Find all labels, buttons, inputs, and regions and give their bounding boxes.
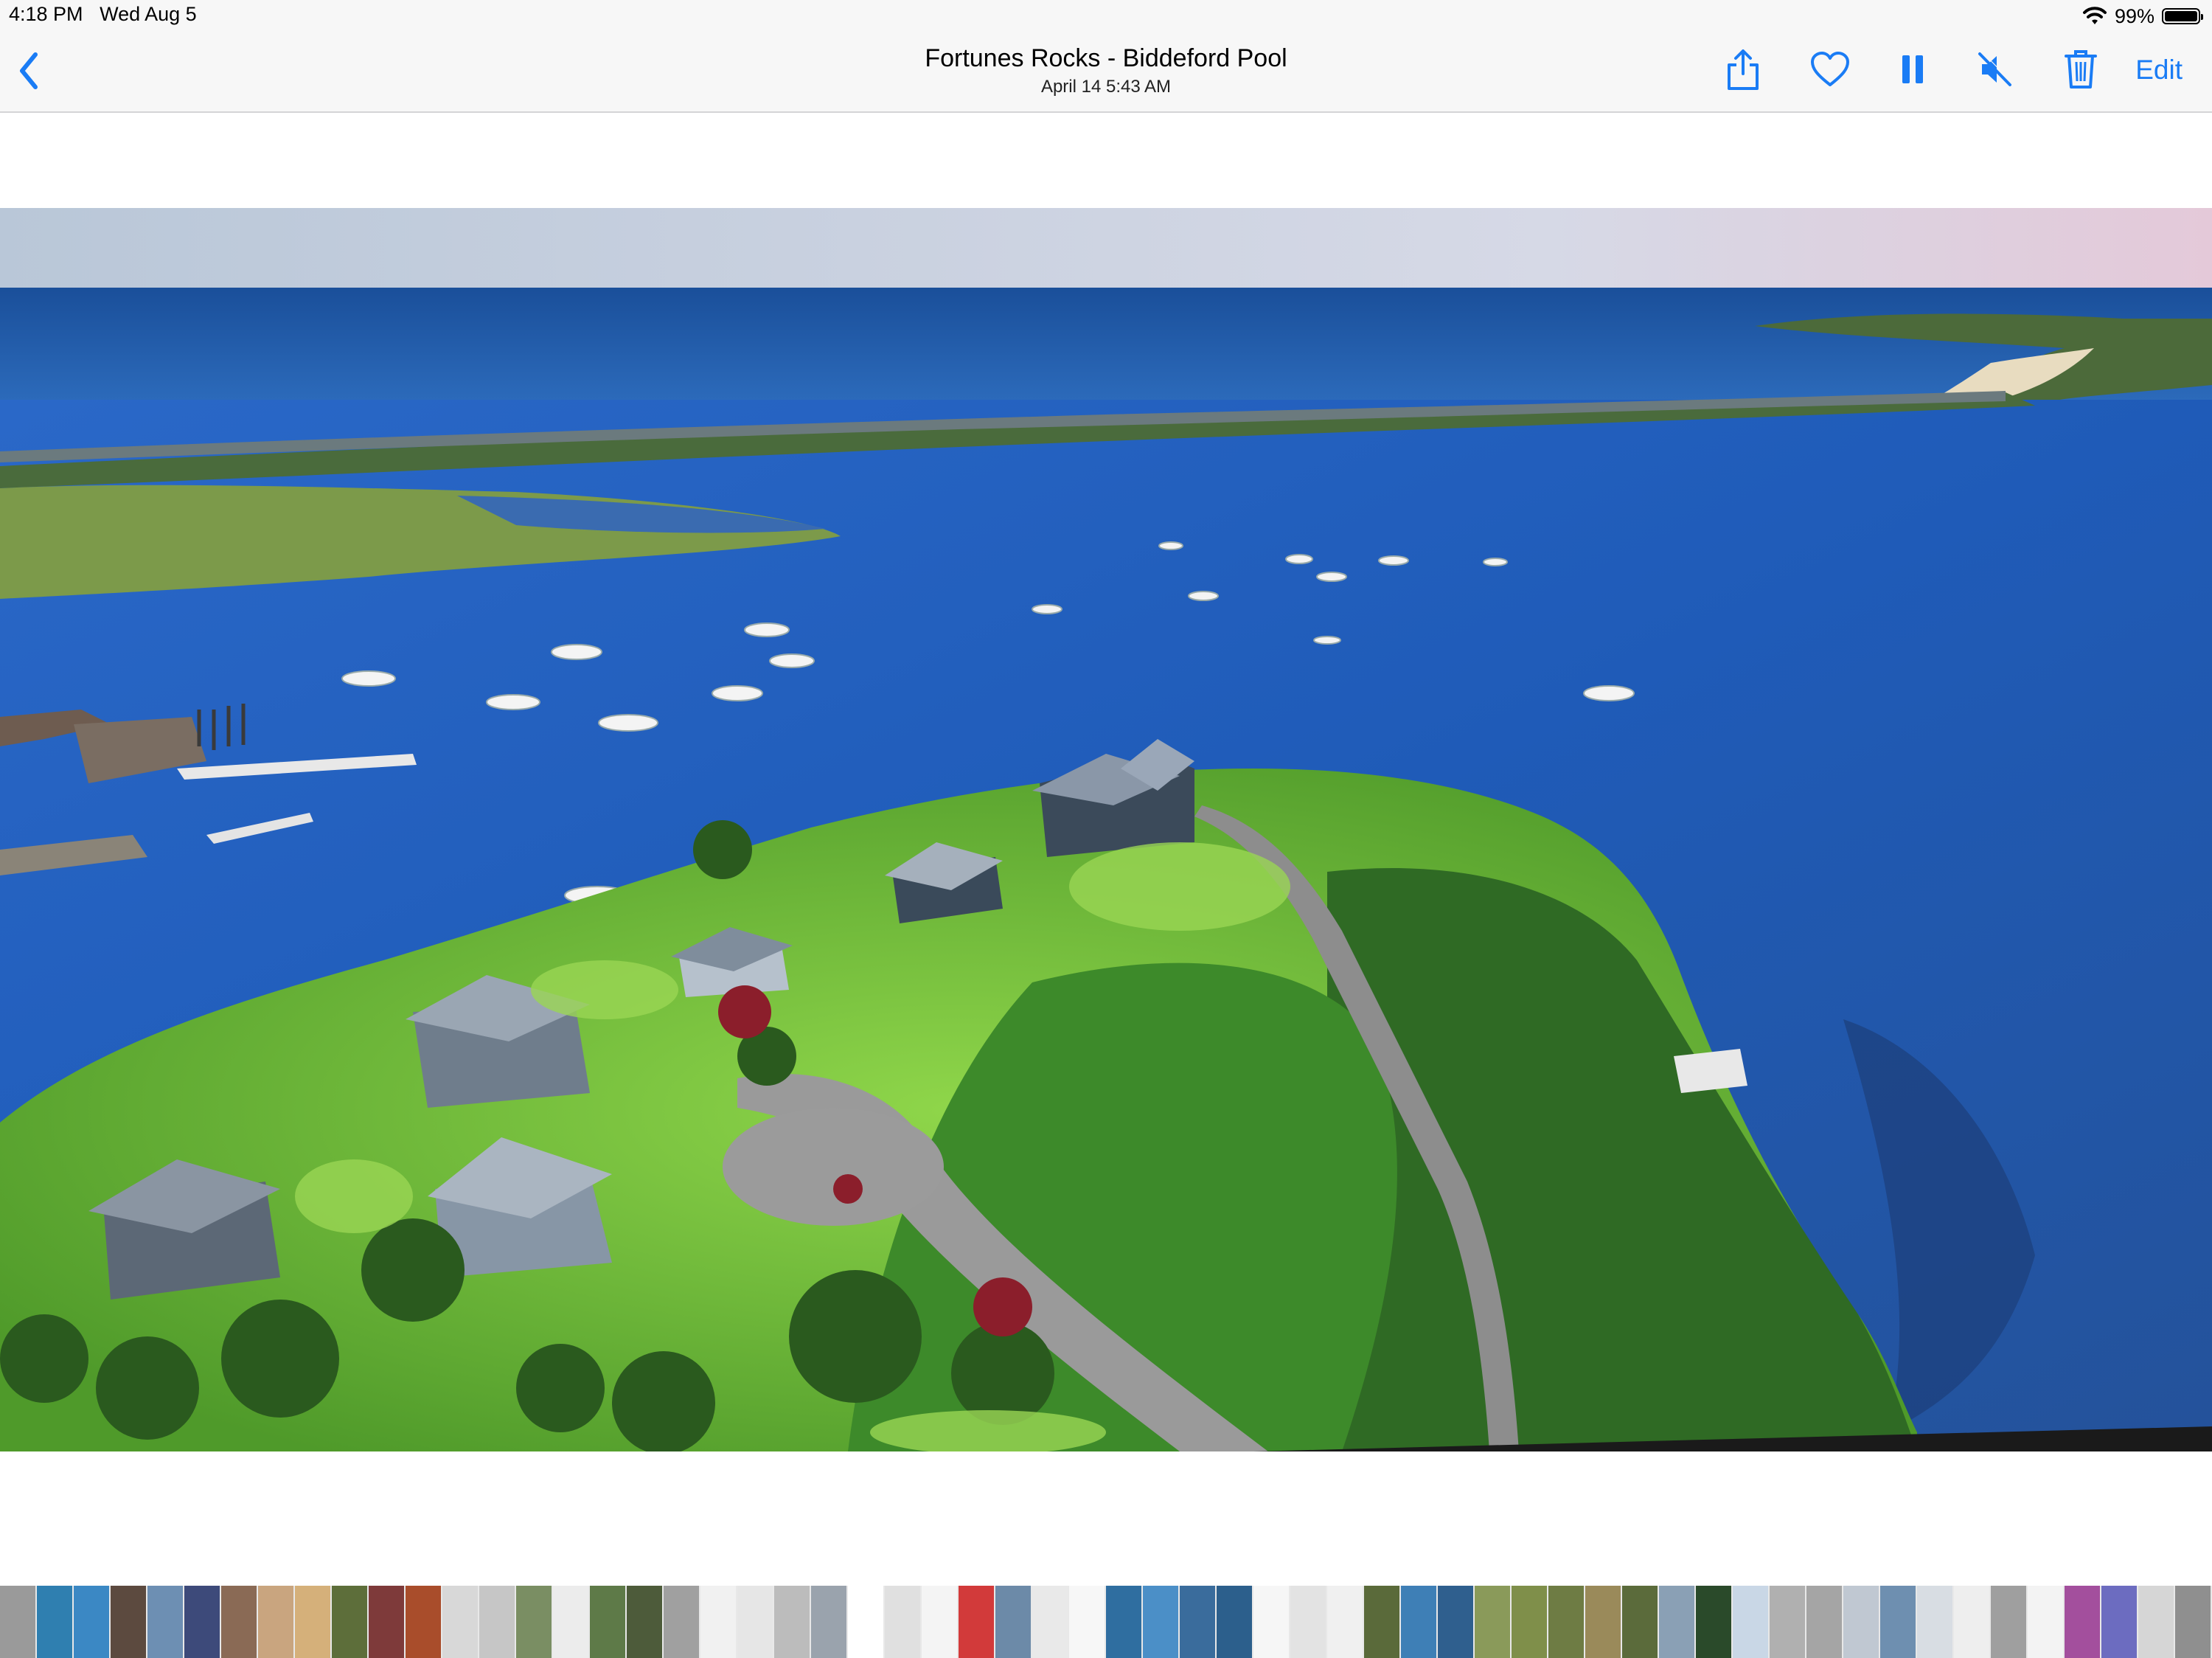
thumbnail-strip[interactable] xyxy=(0,1586,2212,1658)
thumbnail[interactable] xyxy=(811,1586,846,1658)
thumbnail[interactable] xyxy=(1659,1586,1694,1658)
thumbnail[interactable] xyxy=(1290,1586,1326,1658)
thumbnail[interactable] xyxy=(700,1586,736,1658)
photo-title: Fortunes Rocks - Biddeford Pool xyxy=(925,44,1287,72)
share-icon xyxy=(1728,49,1759,90)
thumbnail[interactable] xyxy=(1585,1586,1621,1658)
thumbnail[interactable] xyxy=(1143,1586,1178,1658)
thumbnail[interactable] xyxy=(111,1586,146,1658)
thumbnail[interactable] xyxy=(885,1586,920,1658)
thumbnail[interactable] xyxy=(2065,1586,2100,1658)
pause-icon xyxy=(1902,55,1923,83)
pause-button[interactable] xyxy=(1891,47,1935,91)
thumbnail[interactable] xyxy=(2101,1586,2137,1658)
thumbnail[interactable] xyxy=(1696,1586,1731,1658)
navigation-bar: Fortunes Rocks - Biddeford Pool April 14… xyxy=(0,32,2212,113)
thumbnail[interactable] xyxy=(1069,1586,1105,1658)
aerial-coast-photo xyxy=(0,208,2212,1451)
thumbnail[interactable] xyxy=(1733,1586,1768,1658)
thumbnail[interactable] xyxy=(774,1586,810,1658)
thumbnail[interactable] xyxy=(2138,1586,2174,1658)
thumbnail[interactable] xyxy=(0,1586,35,1658)
thumbnail[interactable] xyxy=(221,1586,257,1658)
status-time-text: 4:18 PM xyxy=(9,3,83,25)
thumbnail[interactable] xyxy=(1401,1586,1436,1658)
photo-date: April 14 5:43 AM xyxy=(1040,77,1172,97)
delete-button[interactable] xyxy=(2059,47,2103,91)
battery-percent: 99% xyxy=(2114,4,2154,27)
thumbnail[interactable] xyxy=(1475,1586,1510,1658)
status-time: 4:18 PM Wed Aug 5 xyxy=(9,3,197,26)
thumbnail[interactable] xyxy=(147,1586,183,1658)
thumbnail[interactable] xyxy=(1991,1586,2026,1658)
thumbnail[interactable] xyxy=(1217,1586,1252,1658)
favorite-button[interactable] xyxy=(1808,47,1852,91)
thumbnail[interactable] xyxy=(1622,1586,1658,1658)
thumbnail[interactable] xyxy=(922,1586,957,1658)
heart-icon xyxy=(1811,52,1849,86)
thumbnail[interactable] xyxy=(848,1586,883,1658)
thumbnail[interactable] xyxy=(1253,1586,1289,1658)
thumbnail[interactable] xyxy=(959,1586,994,1658)
thumbnail[interactable] xyxy=(1438,1586,1473,1658)
thumbnail[interactable] xyxy=(479,1586,515,1658)
thumbnail[interactable] xyxy=(258,1586,293,1658)
thumbnail[interactable] xyxy=(627,1586,662,1658)
thumbnail[interactable] xyxy=(369,1586,404,1658)
thumbnail[interactable] xyxy=(1364,1586,1399,1658)
thumbnail[interactable] xyxy=(516,1586,552,1658)
thumbnail[interactable] xyxy=(37,1586,72,1658)
wifi-icon xyxy=(2082,7,2107,24)
thumbnail[interactable] xyxy=(295,1586,330,1658)
speaker-muted-icon xyxy=(1978,51,2013,86)
thumbnail[interactable] xyxy=(553,1586,588,1658)
mute-button[interactable] xyxy=(1973,47,2017,91)
thumbnail[interactable] xyxy=(2028,1586,2063,1658)
thumbnail[interactable] xyxy=(1770,1586,1805,1658)
thumbnail[interactable] xyxy=(1180,1586,1215,1658)
thumbnail[interactable] xyxy=(737,1586,773,1658)
thumbnail[interactable] xyxy=(74,1586,109,1658)
thumbnail[interactable] xyxy=(1548,1586,1584,1658)
thumbnail[interactable] xyxy=(1880,1586,1916,1658)
thumbnail[interactable] xyxy=(1954,1586,1989,1658)
status-date-text: Wed Aug 5 xyxy=(100,3,197,25)
thumbnail[interactable] xyxy=(1843,1586,1879,1658)
status-bar: 4:18 PM Wed Aug 5 99% xyxy=(0,0,2212,32)
battery-icon xyxy=(2162,8,2203,24)
thumbnail[interactable] xyxy=(1032,1586,1068,1658)
thumbnail[interactable] xyxy=(184,1586,220,1658)
status-right: 99% xyxy=(2082,3,2203,30)
share-button[interactable] xyxy=(1721,47,1765,91)
edit-button[interactable]: Edit xyxy=(2135,55,2183,86)
thumbnail[interactable] xyxy=(442,1586,478,1658)
thumbnail[interactable] xyxy=(1327,1586,1363,1658)
thumbnail[interactable] xyxy=(2175,1586,2211,1658)
thumbnail[interactable] xyxy=(1806,1586,1842,1658)
thumbnail[interactable] xyxy=(332,1586,367,1658)
thumbnail[interactable] xyxy=(590,1586,625,1658)
thumbnail[interactable] xyxy=(406,1586,441,1658)
thumbnail[interactable] xyxy=(1106,1586,1141,1658)
thumbnail[interactable] xyxy=(995,1586,1031,1658)
thumbnail[interactable] xyxy=(1512,1586,1547,1658)
trash-icon xyxy=(2065,50,2097,89)
thumbnail[interactable] xyxy=(664,1586,699,1658)
thumbnail[interactable] xyxy=(1917,1586,1952,1658)
photo-viewer[interactable] xyxy=(0,208,2212,1451)
